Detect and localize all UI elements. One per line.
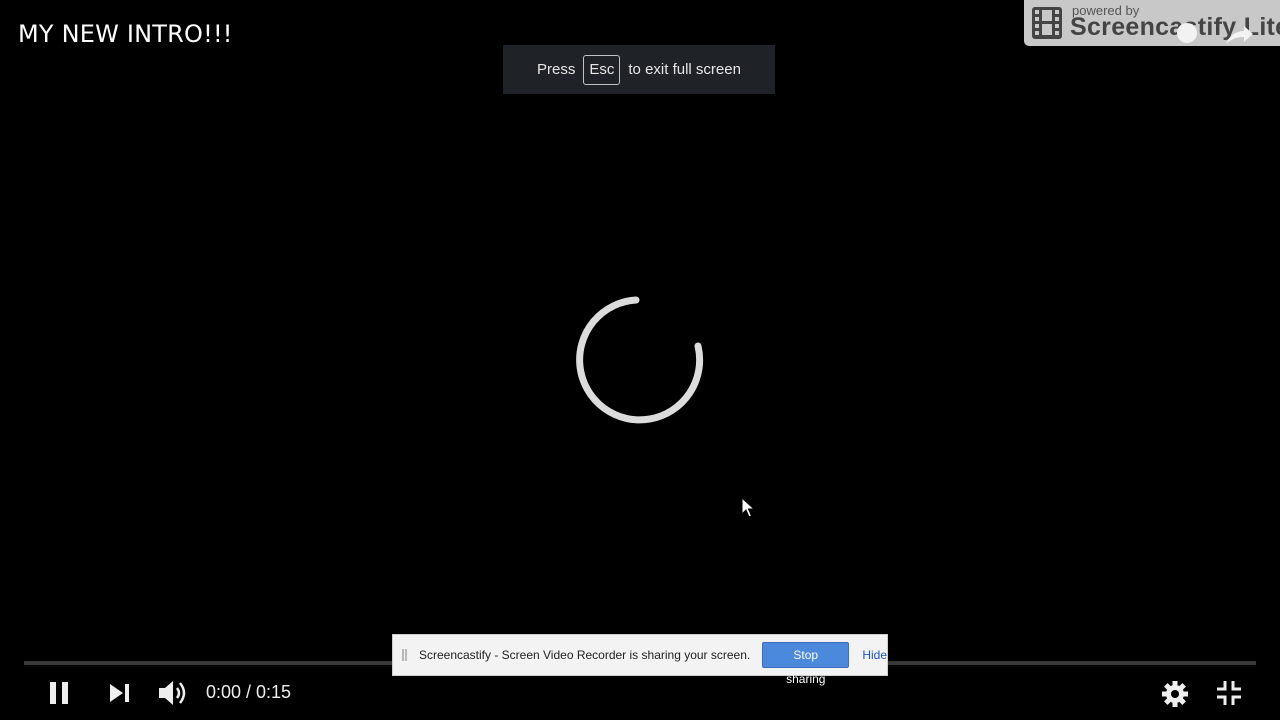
exit-fullscreen-icon[interactable] — [1216, 680, 1242, 706]
drag-handle[interactable] — [402, 649, 407, 661]
loading-spinner-icon — [576, 296, 704, 424]
esc-key-badge: Esc — [583, 54, 621, 85]
mouse-cursor-icon — [741, 497, 755, 518]
time-display: 0:00 / 0:15 — [206, 682, 292, 702]
share-icon[interactable] — [1224, 26, 1254, 46]
video-player[interactable]: MY NEW INTRO!!! Press Esc to exit full s… — [0, 0, 1280, 720]
fullscreen-notice-suffix: to exit full screen — [628, 61, 741, 78]
pause-icon[interactable] — [47, 681, 71, 705]
fullscreen-exit-notice: Press Esc to exit full screen — [503, 45, 775, 94]
screencastify-watermark: powered by Screencastify Lite — [1024, 0, 1280, 46]
next-icon[interactable] — [109, 683, 131, 703]
volume-icon[interactable] — [158, 679, 188, 707]
film-strip-icon — [1032, 7, 1062, 39]
sharing-message: Screencastify - Screen Video Recorder is… — [418, 648, 751, 662]
hide-link[interactable]: Hide — [862, 648, 887, 662]
gear-icon[interactable] — [1162, 681, 1188, 707]
watch-later-icon[interactable] — [1173, 22, 1201, 44]
video-title: MY NEW INTRO!!! — [18, 20, 233, 48]
fullscreen-notice-prefix: Press — [537, 61, 576, 78]
stop-sharing-button[interactable]: Stop sharing — [762, 642, 850, 686]
player-controls: 0:00 / 0:15 — [0, 668, 1280, 720]
